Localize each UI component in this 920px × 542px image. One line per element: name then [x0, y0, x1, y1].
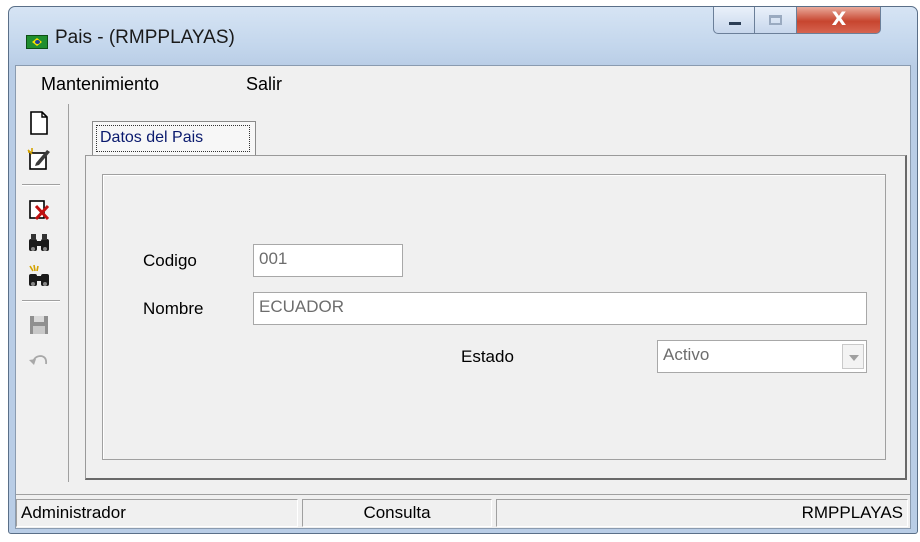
delete-icon[interactable]	[26, 196, 52, 222]
status-user: Administrador	[16, 499, 298, 527]
tab-page: Codigo 001 Nombre ECUADOR Estado Activo	[85, 155, 907, 480]
codigo-field[interactable]: 001	[253, 244, 403, 277]
maximize-icon	[769, 15, 782, 25]
toolbar-separator	[22, 184, 60, 186]
chevron-down-icon[interactable]	[842, 344, 864, 369]
close-icon: X	[831, 8, 847, 30]
status-company: RMPPLAYAS	[496, 499, 908, 527]
menu-bar: Mantenimiento Salir	[16, 66, 910, 104]
new-document-icon[interactable]	[26, 110, 52, 136]
menu-mantenimiento[interactable]: Mantenimiento	[41, 74, 159, 95]
nombre-field[interactable]: ECUADOR	[253, 292, 867, 325]
estado-value: Activo	[663, 345, 710, 364]
tab-datos-del-pais[interactable]: Datos del Pais	[92, 121, 256, 156]
save-icon[interactable]	[26, 312, 52, 338]
codigo-label: Codigo	[143, 251, 197, 270]
minimize-icon	[729, 22, 741, 25]
maximize-button[interactable]	[755, 7, 797, 34]
title-bar[interactable]: Pais - (RMPPLAYAS) X	[9, 7, 917, 65]
status-bar: Administrador Consulta RMPPLAYAS	[16, 494, 910, 529]
undo-icon[interactable]	[26, 348, 52, 374]
nombre-label: Nombre	[143, 299, 204, 318]
search-binoculars-icon[interactable]	[26, 230, 52, 256]
minimize-button[interactable]	[713, 7, 755, 34]
toolbar-separator	[22, 300, 60, 302]
side-toolbar	[16, 104, 69, 482]
estado-label: Estado	[461, 347, 514, 366]
tab-label: Datos del Pais	[100, 129, 204, 146]
window-title: Pais - (RMPPLAYAS)	[55, 27, 235, 48]
close-button[interactable]: X	[797, 7, 881, 34]
app-window: Pais - (RMPPLAYAS) X Mantenimiento Salir	[8, 6, 918, 534]
status-mode: Consulta	[302, 499, 492, 527]
advanced-search-icon[interactable]	[26, 264, 52, 290]
form-group-box: Codigo 001 Nombre ECUADOR Estado Activo	[102, 174, 886, 460]
brazil-flag-icon	[26, 35, 48, 49]
client-area: Mantenimiento Salir Datos del Pais Codig…	[15, 65, 911, 529]
menu-salir[interactable]: Salir	[246, 74, 282, 95]
edit-icon[interactable]	[26, 146, 52, 172]
estado-select[interactable]: Activo	[657, 340, 867, 373]
